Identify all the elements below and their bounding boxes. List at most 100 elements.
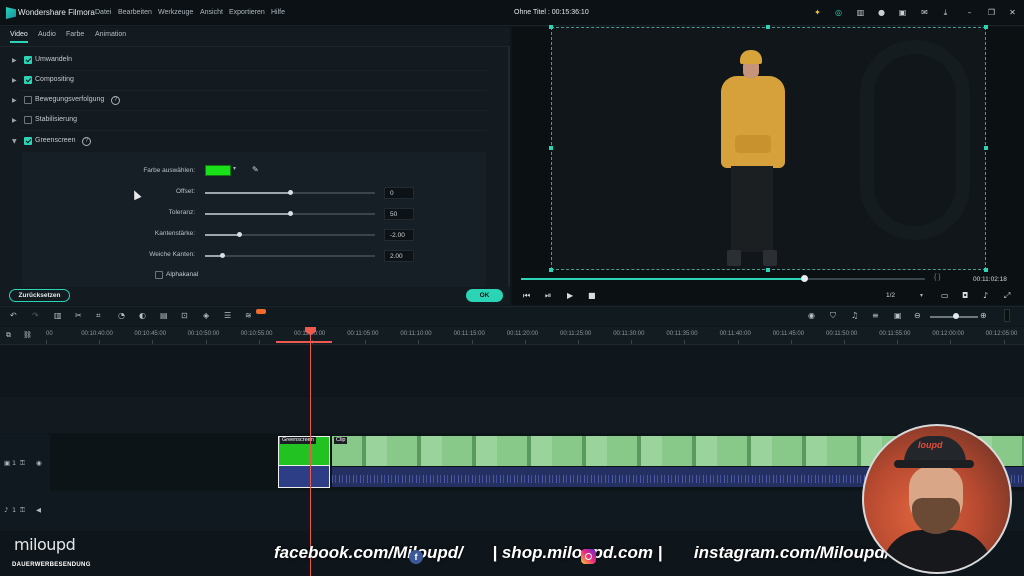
headset-icon[interactable]: ◎: [834, 8, 843, 17]
preview-quality-select[interactable]: 1/2: [886, 292, 895, 299]
speed-icon[interactable]: ◔: [118, 311, 125, 320]
mail-icon[interactable]: ✉: [920, 8, 929, 17]
menu-exportieren[interactable]: Exportieren: [229, 9, 265, 16]
zoom-in-icon[interactable]: ⊕: [980, 311, 987, 320]
checkbox-umwandeln[interactable]: [24, 56, 32, 64]
tab-animation[interactable]: Animation: [95, 31, 126, 38]
volume-icon[interactable]: ♪: [983, 291, 988, 300]
audio-mixer-icon[interactable]: ≡: [872, 311, 879, 320]
slider-knob[interactable]: [237, 232, 242, 237]
microphone-icon[interactable]: ♫: [851, 311, 858, 320]
undo-icon[interactable]: ↶: [10, 311, 17, 320]
fullscreen-icon[interactable]: ⤢: [1004, 291, 1010, 301]
mark-in-out-brackets[interactable]: { }: [934, 274, 941, 281]
panel-scrollbar[interactable]: [508, 47, 510, 287]
eyedropper-icon[interactable]: ✎: [252, 165, 259, 174]
checkbox-greenscreen[interactable]: [24, 137, 32, 145]
zoom-slider-knob[interactable]: [953, 313, 959, 319]
tab-farbe[interactable]: Farbe: [66, 31, 84, 38]
chevron-down-icon[interactable]: ▾: [233, 165, 236, 172]
resize-handle[interactable]: [984, 268, 988, 272]
playback-scrubber[interactable]: [800, 275, 808, 282]
lightbulb-icon[interactable]: ✦: [813, 8, 822, 17]
slider-value-input[interactable]: -2.00: [384, 229, 414, 241]
zoom-out-icon[interactable]: ⊖: [914, 311, 921, 320]
slider-value-input[interactable]: 2.00: [384, 250, 414, 262]
stop-icon[interactable]: ■: [588, 291, 596, 300]
resize-handle[interactable]: [984, 25, 988, 29]
resize-handle[interactable]: [766, 25, 770, 29]
ok-button[interactable]: OK: [466, 289, 503, 302]
expand-arrow-icon[interactable]: ▶: [12, 117, 17, 124]
color-swatch[interactable]: [205, 165, 231, 176]
redo-icon[interactable]: ↷: [32, 311, 39, 320]
menu-bearbeiten[interactable]: Bearbeiten: [118, 9, 152, 16]
checkbox-compositing[interactable]: [24, 76, 32, 84]
snapshot-icon[interactable]: ◘: [962, 291, 968, 300]
audio-stretch-icon[interactable]: ≋: [245, 311, 252, 320]
tab-video[interactable]: Video: [10, 31, 28, 38]
delete-icon[interactable]: ▥: [54, 311, 62, 320]
checkbox-bewegungsverfolgung[interactable]: [24, 96, 32, 104]
cut-icon[interactable]: ✂: [75, 311, 82, 320]
pip-icon[interactable]: ▣: [894, 311, 902, 320]
checkbox-alphakanal[interactable]: [155, 271, 163, 279]
close-icon[interactable]: ✕: [1008, 8, 1017, 17]
lock-icon[interactable]: ⚿: [20, 459, 25, 468]
step-back-icon[interactable]: ⏮: [523, 291, 530, 301]
keyframe-icon[interactable]: ◈: [203, 311, 209, 320]
reset-button[interactable]: Zurücksetzen: [9, 289, 70, 302]
crop-icon[interactable]: ⌗: [96, 311, 101, 321]
restore-icon[interactable]: ❐: [987, 8, 996, 17]
audio-clip-greenscreen[interactable]: [278, 466, 330, 488]
tab-audio[interactable]: Audio: [38, 31, 56, 38]
expand-arrow-icon[interactable]: ▶: [12, 97, 17, 104]
download-icon[interactable]: ⤓: [941, 8, 950, 17]
save-icon[interactable]: ▣: [898, 8, 907, 17]
track-panel-toggle[interactable]: [1004, 309, 1010, 322]
menu-werkzeuge[interactable]: Werkzeuge: [158, 9, 193, 16]
checkbox-stabilisierung[interactable]: [24, 116, 32, 124]
greenscreen-tool-icon[interactable]: ▤: [160, 311, 168, 320]
resize-handle[interactable]: [549, 146, 553, 150]
monitor-icon[interactable]: ▭: [941, 291, 949, 300]
marker-icon[interactable]: ⛉: [830, 311, 836, 321]
resize-handle[interactable]: [549, 25, 553, 29]
selection-outline[interactable]: [551, 27, 986, 270]
resize-handle[interactable]: [549, 268, 553, 272]
menu-hilfe[interactable]: Hilfe: [271, 9, 285, 16]
help-icon[interactable]: ?: [82, 137, 91, 146]
minimize-icon[interactable]: –: [965, 8, 974, 17]
link-icon[interactable]: ⛓: [23, 331, 32, 339]
menu-datei[interactable]: Datei: [95, 9, 111, 16]
help-icon[interactable]: ?: [111, 96, 120, 105]
speaker-icon[interactable]: ◀: [36, 506, 41, 514]
add-track-icon[interactable]: ⧉: [6, 331, 11, 340]
menu-ansicht[interactable]: Ansicht: [200, 9, 223, 16]
trash-icon[interactable]: ▥: [856, 8, 865, 17]
play-icon[interactable]: ▶: [567, 291, 573, 300]
account-icon[interactable]: ●: [877, 8, 886, 17]
frame-back-icon[interactable]: ⏯: [545, 291, 551, 301]
resize-handle[interactable]: [984, 146, 988, 150]
expand-arrow-icon[interactable]: ▶: [12, 77, 17, 84]
lock-icon[interactable]: ⚿: [20, 506, 25, 515]
slider-knob[interactable]: [288, 190, 293, 195]
render-icon[interactable]: ◉: [808, 311, 815, 320]
motion-tracking-icon[interactable]: ⊡: [181, 311, 188, 320]
adjust-icon[interactable]: ☰: [224, 311, 231, 320]
expand-arrow-icon[interactable]: ▶: [12, 57, 17, 64]
empty-track[interactable]: [0, 397, 1024, 433]
color-icon[interactable]: ◐: [139, 311, 146, 320]
slider-knob[interactable]: [288, 211, 293, 216]
slider-value-input[interactable]: 50: [384, 208, 414, 220]
slider-knob[interactable]: [220, 253, 225, 258]
chevron-down-icon[interactable]: ▾: [920, 292, 923, 299]
slider-track[interactable]: [205, 255, 375, 257]
playhead-line[interactable]: [310, 327, 311, 576]
slider-value-input[interactable]: 0: [384, 187, 414, 199]
resize-handle[interactable]: [766, 268, 770, 272]
empty-track[interactable]: [0, 345, 1024, 395]
eye-icon[interactable]: ◉: [36, 459, 42, 467]
collapse-arrow-icon[interactable]: ▼: [12, 138, 17, 145]
